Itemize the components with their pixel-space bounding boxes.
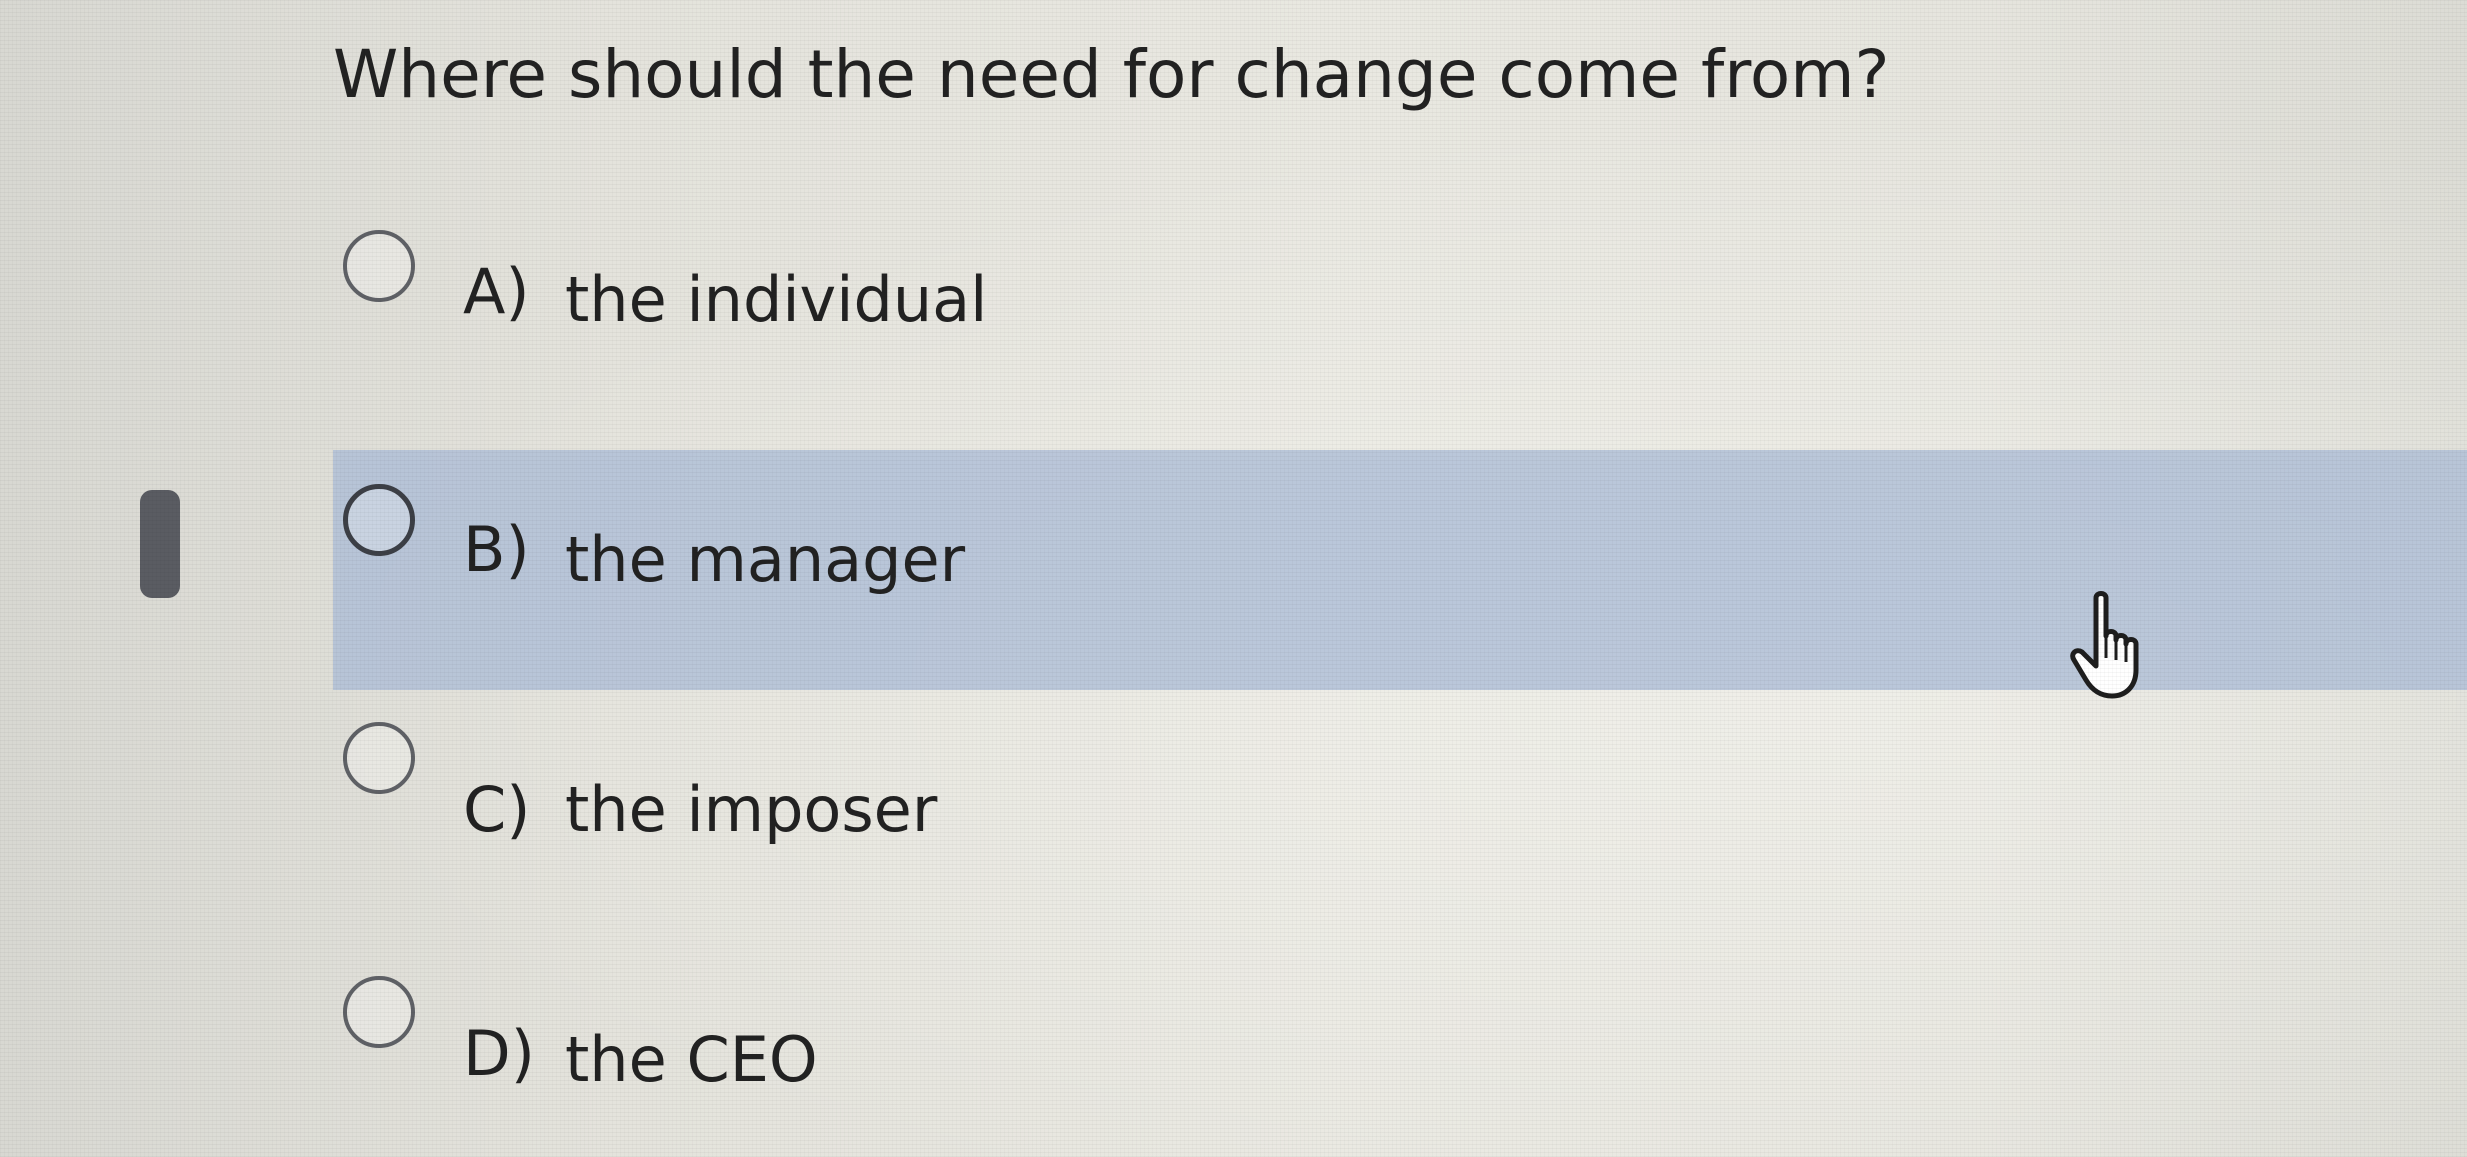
- radio-button-b[interactable]: [343, 484, 415, 556]
- option-text-b: the manager: [565, 523, 966, 596]
- option-a[interactable]: A) the individual: [333, 190, 2467, 370]
- option-letter-c: C): [463, 773, 531, 846]
- radio-button-c[interactable]: [343, 722, 415, 794]
- radio-button-a[interactable]: [343, 230, 415, 302]
- option-text-a: the individual: [565, 263, 988, 336]
- option-letter-a: A): [463, 255, 530, 328]
- option-c[interactable]: C) the imposer: [333, 700, 2467, 880]
- answer-options: A) the individual B) the manager C) the …: [0, 0, 2467, 1157]
- hand-pointer-icon: [2070, 591, 2139, 699]
- option-text-c: the imposer: [565, 773, 938, 846]
- radio-button-d[interactable]: [343, 976, 415, 1048]
- option-letter-d: D): [463, 1017, 535, 1090]
- option-text-d: the CEO: [565, 1023, 818, 1096]
- option-letter-b: B): [463, 513, 530, 586]
- option-d[interactable]: D) the CEO: [333, 950, 2467, 1130]
